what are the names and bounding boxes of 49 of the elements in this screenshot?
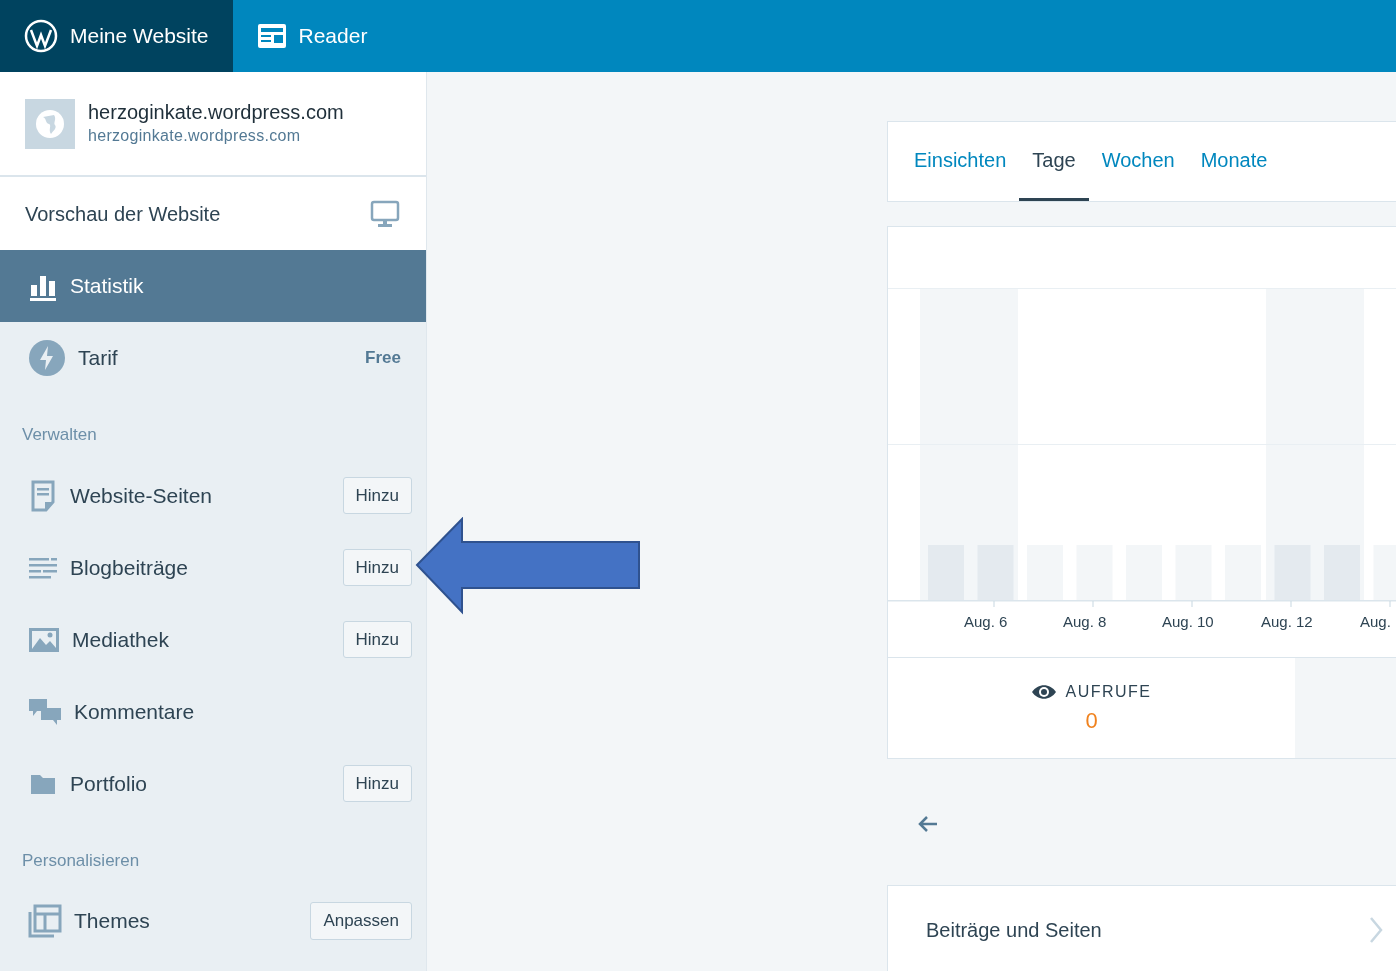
preview-link[interactable]: Vorschau der Website [0, 177, 426, 250]
sidebar-item[interactable]: Statistik [0, 250, 426, 322]
sidebar-item[interactable]: Kommentare [0, 675, 426, 748]
sidebar-item[interactable]: Portfolio Hinzu [0, 747, 426, 820]
sidebar-item[interactable]: Mediathek Hinzu [0, 603, 426, 676]
wordpress-logo-icon [24, 19, 58, 53]
chevron-right-icon [1368, 916, 1384, 944]
section-heading: Personalisieren [21, 849, 141, 872]
sidebar-item[interactable]: Blogbeiträge Hinzu [0, 531, 426, 604]
empty-bar [1126, 545, 1162, 600]
back-arrow-icon[interactable] [917, 813, 939, 834]
monitor-icon [370, 198, 400, 229]
site-url: herzoginkate.wordpress.com [88, 125, 302, 146]
layout-icon [28, 904, 62, 938]
globe-icon [25, 98, 75, 149]
masterbar-tab[interactable]: Reader [232, 0, 392, 72]
views-label: AUFRUFE [1065, 681, 1152, 702]
empty-bar [1076, 545, 1113, 600]
sidebar-item[interactable]: Themes Anpassen [0, 885, 426, 957]
period-tab[interactable]: Wochen [1088, 122, 1188, 201]
plan-label: Free [365, 347, 401, 370]
newspaper-icon [256, 23, 287, 49]
axis-label: Aug. 6 [964, 613, 1008, 630]
speech-bubbles-icon [28, 696, 62, 727]
axis-label: Aug. 12 [1261, 613, 1313, 630]
image-icon [28, 625, 60, 654]
period-tab[interactable]: Tage [1019, 122, 1089, 201]
period-tab[interactable]: Monate [1187, 122, 1281, 201]
add-button[interactable]: Hinzu [342, 620, 412, 659]
site-title[interactable]: herzoginkate.wordpress.com [88, 99, 344, 124]
axis-label: Aug. 10 [1162, 613, 1214, 630]
eye-icon [1031, 682, 1058, 701]
empty-bar [1225, 545, 1261, 600]
section-link[interactable]: Beiträge und Seiten [887, 885, 1396, 971]
add-button[interactable]: Anpassen [310, 902, 412, 940]
sidebar-item[interactable]: Tarif Free [0, 322, 426, 394]
add-button[interactable]: Hinzu [342, 476, 412, 515]
empty-bar [1027, 545, 1063, 600]
axis-label: Aug. [1360, 613, 1391, 630]
views-count: 0 [1085, 706, 1098, 735]
empty-bar [1175, 545, 1212, 600]
sidebar-item[interactable]: Website-Seiten Hinzu [0, 459, 426, 532]
masterbar-tab[interactable]: Meine Website [0, 0, 233, 72]
section-heading: Verwalten [21, 424, 98, 446]
add-button[interactable]: Hinzu [342, 548, 412, 587]
period-tab[interactable]: Einsichten [901, 122, 1020, 201]
axis-label: Aug. 8 [1063, 613, 1107, 630]
lightning-circle-icon [28, 339, 66, 377]
add-button[interactable]: Hinzu [342, 764, 412, 803]
